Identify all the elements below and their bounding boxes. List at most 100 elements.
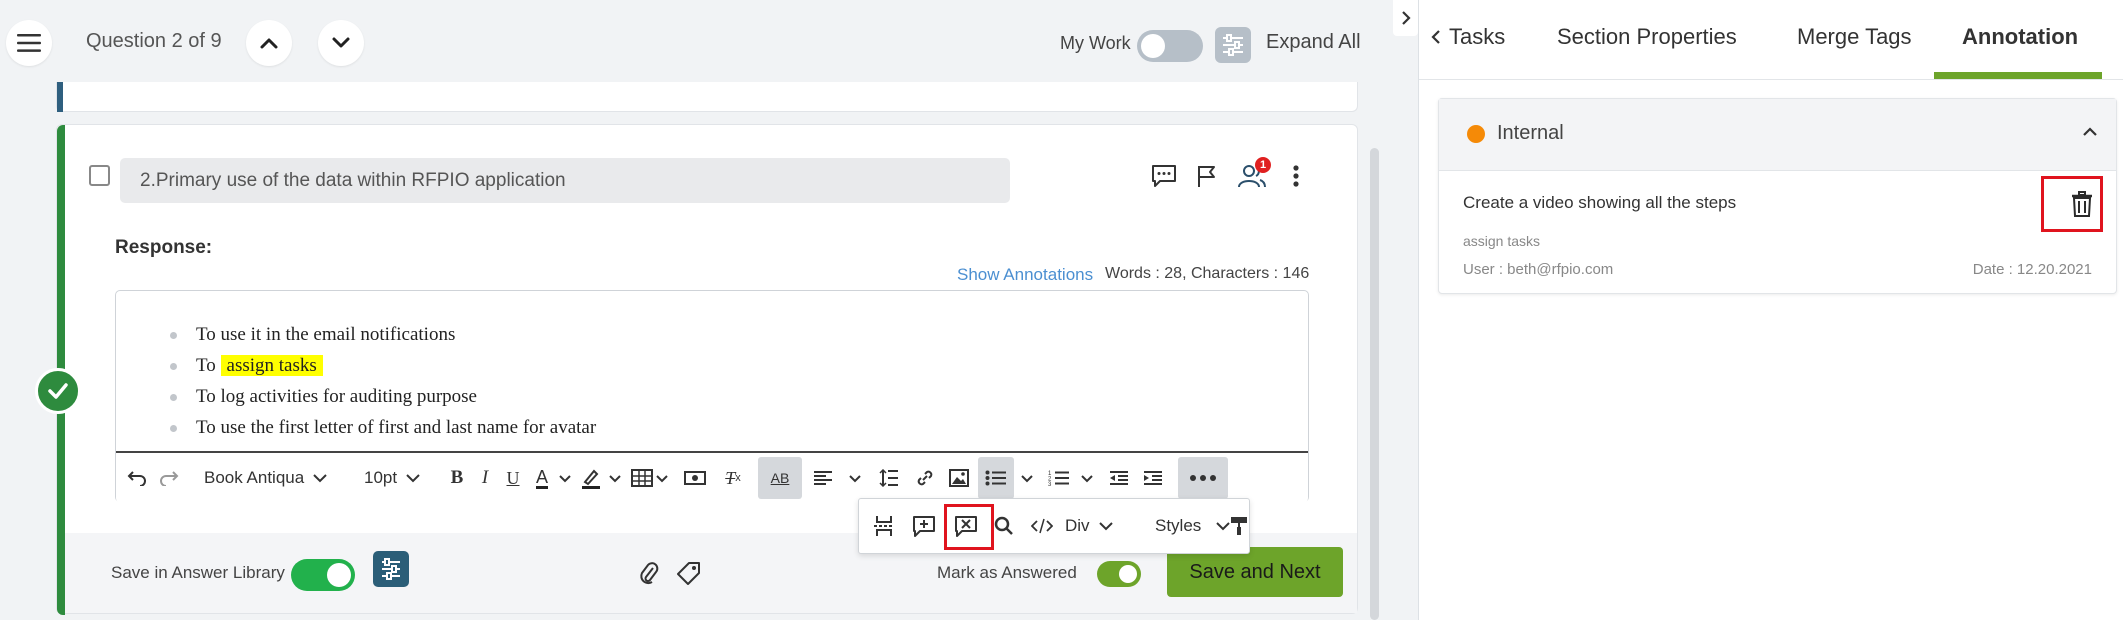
bold-button[interactable]: B [446,453,468,503]
comments-button[interactable] [1149,161,1179,191]
save-in-library-toggle[interactable] [291,559,355,591]
word-count: Words : 28, Characters : 146 [1105,265,1310,282]
styles-select[interactable]: Styles [1155,499,1219,553]
line-height-icon [879,469,898,487]
mark-as-answered-label: Mark as Answered [937,563,1077,582]
tabs-scroll-left-button[interactable] [1431,29,1441,45]
chevron-down-icon [332,37,350,48]
styles-label: Styles [1155,516,1202,535]
underline-button[interactable]: U [502,453,524,503]
highlight-callout-remove-annotation [944,504,994,550]
font-size-select[interactable]: 10pt [364,453,434,503]
font-color-button[interactable]: A [530,453,554,503]
search-icon [994,516,1013,535]
bullet-list-dropdown[interactable] [1018,453,1036,503]
save-and-next-button[interactable]: Save and Next [1167,547,1343,597]
highlight-color-button[interactable] [578,453,604,503]
align-button[interactable] [810,453,836,503]
annotation-group-header[interactable]: Internal [1439,99,2116,171]
sliders-icon [382,558,400,580]
attach-button[interactable] [635,559,663,587]
more-tools-button[interactable] [1178,457,1228,499]
outdent-button[interactable] [1106,453,1132,503]
editor-toolbar: Book Antiqua 10pt B I U A T x AB 1 2 3 [116,451,1308,503]
chevron-left-icon [1431,30,1440,44]
indent-button[interactable] [1140,453,1166,503]
numbered-list-dropdown[interactable] [1078,453,1096,503]
library-settings-button[interactable] [373,551,409,587]
clear-formatting-button[interactable]: Tx [718,453,748,503]
tab-merge-tags[interactable]: Merge Tags [1797,24,1912,50]
filter-settings-button[interactable] [1215,27,1251,63]
response-editor[interactable]: To use it in the email notifications To … [115,290,1309,503]
toggle-knob [327,563,351,587]
flag-button[interactable] [1192,161,1222,191]
font-family-value: Book Antiqua [204,468,305,487]
chevron-down-icon [1098,522,1113,531]
annotation-type-indicator [1467,125,1485,143]
comment-icon [1152,165,1176,187]
collapse-panel-button[interactable] [1393,0,1418,36]
tag-button[interactable] [675,559,703,587]
list-item-text: To log activities for auditing purpose [196,386,477,407]
insert-field-button[interactable] [680,453,710,503]
insert-image-button[interactable] [946,453,972,503]
mark-as-answered-toggle[interactable] [1097,561,1141,587]
save-in-library-label: Save in Answer Library [111,563,285,582]
assignees-button[interactable]: 1 [1237,157,1271,191]
indent-icon [1144,471,1162,485]
chevron-down-icon [406,474,420,483]
my-work-toggle[interactable] [1137,30,1203,62]
align-left-icon [814,471,832,485]
insert-link-button[interactable] [912,453,938,503]
block-format-select[interactable]: Div [1065,499,1127,553]
line-height-button[interactable] [876,453,902,503]
list-item: To assign tasks [170,354,596,385]
bullet-list-button[interactable] [978,457,1014,499]
annotation-text: Create a video showing all the steps [1463,193,1737,212]
annotated-highlight[interactable]: assign tasks [220,355,323,376]
table-button[interactable] [628,453,672,503]
numbered-list-button[interactable]: 123 [1046,453,1072,503]
italic-button[interactable]: I [476,453,494,503]
show-annotations-link[interactable]: Show Annotations [957,265,1093,285]
page-break-button[interactable] [867,499,901,553]
spellcheck-button[interactable]: AB [758,457,802,499]
add-annotation-button[interactable] [907,499,941,553]
align-dropdown[interactable] [846,453,864,503]
expand-all-button[interactable]: Expand All [1266,31,1361,54]
list-item-text: To use the first letter of first and las… [196,417,597,438]
format-painter-button[interactable] [1229,499,1249,553]
annotation-user: User : beth@rfpio.com [1463,261,1614,278]
spellcheck-icon: AB [770,470,790,486]
font-color-icon: A [535,466,548,489]
previous-question-button[interactable] [246,20,292,66]
chevron-down-icon [1081,474,1093,482]
sliders-icon [1223,34,1243,56]
font-family-select[interactable]: Book Antiqua [204,453,344,503]
undo-button[interactable] [122,453,152,503]
more-horizontal-icon [1190,475,1216,481]
collapse-annotation-button[interactable] [2082,127,2098,137]
redo-button[interactable] [154,453,184,503]
tab-section-properties[interactable]: Section Properties [1557,24,1737,50]
highlight-color-dropdown[interactable] [606,453,624,503]
annotation-quoted-text: assign tasks [1463,233,1541,249]
more-tools-popup: Div Styles [858,498,1250,554]
chevron-up-icon [260,38,278,49]
next-question-button[interactable] [318,20,364,66]
question-select-checkbox[interactable] [89,165,110,186]
menu-button[interactable] [6,20,52,66]
redo-icon [160,471,179,486]
chevron-down-icon [313,474,327,483]
tab-tasks[interactable]: Tasks [1449,24,1505,50]
font-color-dropdown[interactable] [556,453,574,503]
list-item: To use it in the email notifications [170,323,596,354]
source-code-button[interactable] [1025,499,1059,553]
clear-format-icon: T [725,467,736,488]
more-options-button[interactable] [1281,161,1311,191]
toggle-knob [1119,565,1137,583]
image-icon [949,469,969,487]
vertical-scrollbar[interactable] [1370,148,1379,620]
tab-annotation[interactable]: Annotation [1962,24,2078,50]
